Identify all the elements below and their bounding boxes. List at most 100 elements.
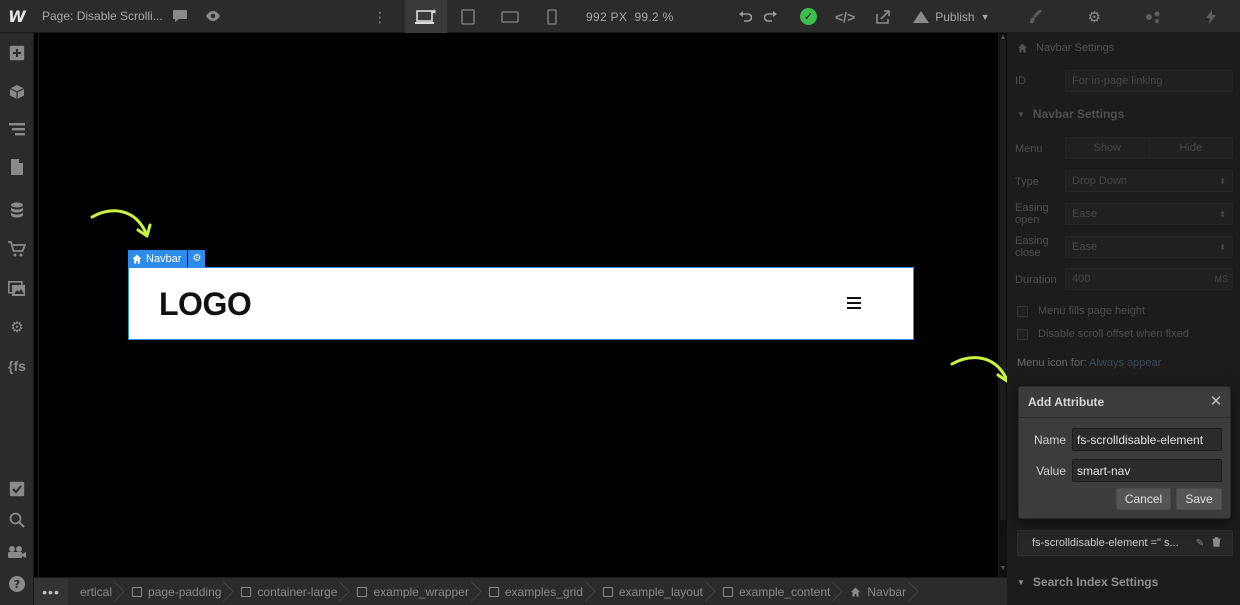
top-bar: W Page: Disable Scrolli... ⋮ 992 PX 99.2… bbox=[0, 0, 1240, 33]
breadcrumb-item[interactable]: example_wrapper bbox=[345, 578, 476, 605]
navigator-icon[interactable] bbox=[0, 116, 34, 142]
comments-icon[interactable] bbox=[167, 9, 193, 23]
div-block-icon bbox=[132, 586, 143, 597]
undo-icon[interactable] bbox=[738, 10, 752, 23]
select-arrows-icon: ⬍ bbox=[1219, 242, 1226, 252]
breadcrumb-item[interactable]: page-padding bbox=[120, 578, 229, 605]
add-attribute-dialog: Add Attribute ✕ Name Value Cancel Save bbox=[1018, 386, 1231, 519]
style-brush-icon[interactable] bbox=[1007, 0, 1065, 33]
menu-show-button[interactable]: Show bbox=[1066, 138, 1149, 158]
navbar-tag-label[interactable]: Navbar bbox=[128, 250, 188, 267]
help-question-icon[interactable]: ? bbox=[0, 571, 34, 597]
breadcrumb-item[interactable]: examples_grid bbox=[477, 578, 591, 605]
components-cube-icon[interactable] bbox=[0, 79, 34, 105]
cancel-button[interactable]: Cancel bbox=[1116, 488, 1171, 510]
audit-checklist-icon[interactable] bbox=[0, 476, 34, 502]
attribute-value-label: Value bbox=[1036, 464, 1066, 478]
webflow-logo[interactable]: W bbox=[0, 0, 34, 33]
breadcrumb-item-navbar[interactable]: Navbar bbox=[838, 578, 914, 605]
publish-label: Publish bbox=[935, 9, 975, 24]
settings-gear-icon[interactable]: ⚙ bbox=[1065, 0, 1123, 33]
home-icon bbox=[132, 254, 142, 263]
assets-images-icon[interactable] bbox=[0, 276, 34, 302]
canvas-scroll-thumb[interactable] bbox=[1000, 40, 1006, 520]
site-settings-gear-icon[interactable]: ⚙ bbox=[0, 314, 34, 340]
delete-trash-icon[interactable] bbox=[1208, 536, 1224, 550]
breadcrumb-item[interactable]: example_content bbox=[711, 578, 838, 605]
menu-icon-for-row: Menu icon for: Always appear bbox=[1017, 357, 1162, 369]
finsweet-fs-icon[interactable]: {fs bbox=[0, 353, 34, 379]
ecommerce-cart-icon[interactable] bbox=[0, 236, 34, 262]
selected-element-tag[interactable]: Navbar ⚙ bbox=[128, 250, 206, 267]
duration-input[interactable]: 400 MS bbox=[1065, 268, 1233, 290]
menu-icon-for-value[interactable]: Always appear bbox=[1089, 357, 1161, 369]
navbar-tag-text: Navbar bbox=[146, 252, 182, 265]
breakpoint-selector bbox=[405, 0, 573, 33]
navbar-logo[interactable]: LOGO bbox=[159, 286, 252, 323]
breadcrumb-item[interactable]: example_layout bbox=[591, 578, 711, 605]
div-block-icon bbox=[357, 586, 368, 597]
cms-database-icon[interactable] bbox=[0, 197, 34, 223]
menu-hide-button[interactable]: Hide bbox=[1148, 138, 1232, 158]
chevron-down-icon: ▼ bbox=[980, 11, 990, 22]
navbar-settings-section-header[interactable]: ▼ Navbar Settings bbox=[1007, 101, 1240, 127]
panel-breadcrumb: Navbar Settings bbox=[1007, 35, 1240, 61]
disable-scroll-offset-checkbox[interactable]: Disable scroll offset when fixed bbox=[1017, 328, 1189, 340]
menu-label: Menu bbox=[1015, 143, 1043, 155]
hamburger-menu-icon[interactable] bbox=[847, 297, 861, 309]
toolbar-actions: ✓ </> Publish ▼ bbox=[738, 0, 990, 33]
type-select[interactable]: Drop Down ⬍ bbox=[1065, 170, 1233, 192]
close-icon[interactable]: ✕ bbox=[1208, 393, 1224, 410]
navbar-element[interactable]: LOGO bbox=[128, 267, 914, 340]
easing-close-select[interactable]: Ease ⬍ bbox=[1065, 236, 1233, 258]
checkbox[interactable] bbox=[1017, 328, 1028, 340]
custom-attribute-row[interactable]: fs-scrolldisable-element =" s... ✎ bbox=[1017, 530, 1233, 556]
desktop-breakpoint-icon[interactable] bbox=[405, 0, 447, 33]
pages-icon[interactable] bbox=[0, 154, 34, 180]
page-selector[interactable]: Page: Disable Scrolli... bbox=[42, 9, 167, 23]
annotation-arrow-icon bbox=[90, 209, 152, 238]
element-settings-gear-icon[interactable]: ⚙ bbox=[188, 250, 206, 267]
redo-icon[interactable] bbox=[764, 10, 778, 23]
video-tutorials-icon[interactable] bbox=[0, 539, 34, 565]
custom-attribute-text: fs-scrolldisable-element =" s... bbox=[1032, 537, 1179, 549]
tablet-breakpoint-icon[interactable] bbox=[447, 0, 489, 33]
easing-open-label: Easing open bbox=[1015, 202, 1049, 226]
code-export-icon[interactable]: </> bbox=[835, 9, 855, 25]
add-elements-icon[interactable] bbox=[0, 40, 34, 66]
publish-button[interactable]: Publish ▼ bbox=[913, 9, 990, 24]
interactions-icon[interactable] bbox=[1124, 0, 1182, 33]
more-breadcrumbs-icon[interactable]: ••• bbox=[34, 578, 68, 605]
div-block-icon bbox=[488, 586, 499, 597]
share-icon[interactable] bbox=[875, 9, 891, 24]
more-options-icon[interactable]: ⋮ bbox=[372, 9, 388, 26]
breadcrumb-item[interactable]: ertical bbox=[68, 578, 120, 605]
menu-fills-page-checkbox[interactable]: Menu fills page height bbox=[1017, 305, 1145, 317]
svg-text:?: ? bbox=[14, 578, 20, 591]
dialog-divider bbox=[1019, 417, 1230, 418]
div-block-icon bbox=[241, 586, 252, 597]
edit-pencil-icon[interactable]: ✎ bbox=[1192, 538, 1208, 549]
id-input[interactable]: For in-page linking bbox=[1065, 70, 1233, 92]
preview-eye-icon[interactable] bbox=[193, 10, 233, 22]
easing-open-select[interactable]: Ease ⬍ bbox=[1065, 203, 1233, 225]
checkbox[interactable] bbox=[1017, 305, 1028, 317]
scroll-down-arrow-icon[interactable]: ▼ bbox=[999, 565, 1007, 575]
search-icon[interactable] bbox=[0, 507, 34, 533]
duration-label: Duration bbox=[1015, 274, 1057, 286]
select-arrows-icon: ⬍ bbox=[1219, 209, 1226, 219]
home-icon bbox=[1018, 43, 1027, 53]
div-block-icon bbox=[602, 586, 613, 597]
mobile-portrait-breakpoint-icon[interactable] bbox=[531, 0, 573, 33]
lightning-icon[interactable] bbox=[1182, 0, 1240, 33]
attribute-value-input[interactable] bbox=[1072, 459, 1222, 482]
save-button[interactable]: Save bbox=[1176, 488, 1222, 510]
scroll-up-arrow-icon[interactable]: ▲ bbox=[999, 34, 1007, 44]
mobile-landscape-breakpoint-icon[interactable] bbox=[489, 0, 531, 33]
attribute-name-input[interactable] bbox=[1072, 428, 1222, 451]
easing-close-label: Easing close bbox=[1015, 235, 1049, 259]
search-index-settings-header[interactable]: ▼ Search Index Settings bbox=[1007, 571, 1240, 593]
publish-rocket-icon bbox=[913, 10, 930, 23]
canvas-width: 992 PX bbox=[586, 10, 628, 24]
breadcrumb-item[interactable]: container-large bbox=[229, 578, 345, 605]
